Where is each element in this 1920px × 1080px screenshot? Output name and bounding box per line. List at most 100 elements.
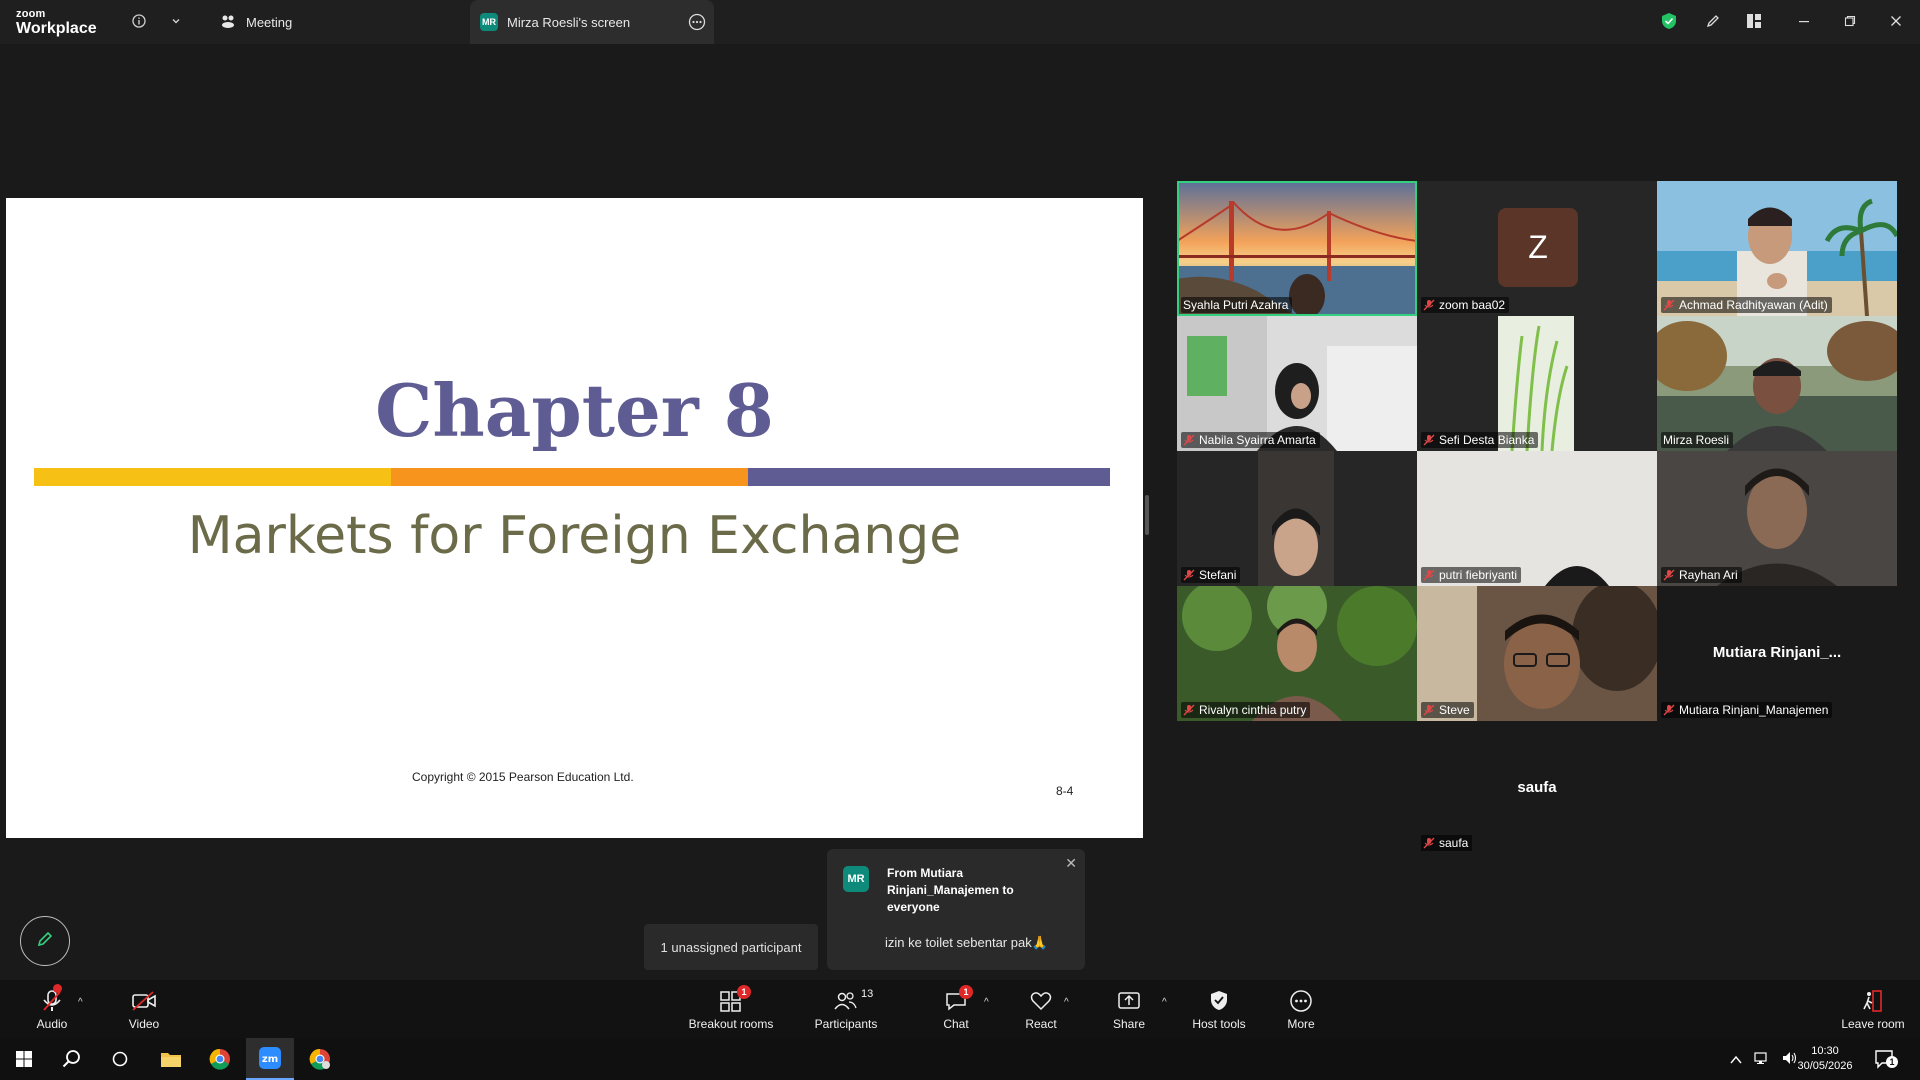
slide-bar-orange xyxy=(391,468,748,486)
participant-tile-mirza[interactable]: Mirza Roesli xyxy=(1657,316,1897,451)
participant-tile-steve[interactable]: Steve xyxy=(1417,586,1657,721)
participant-tile-achmad[interactable]: Achmad Radhityawan (Adit) xyxy=(1657,181,1897,316)
chevron-down-icon[interactable] xyxy=(165,10,187,32)
security-shield-icon[interactable] xyxy=(1658,10,1680,32)
share-options-caret[interactable]: ^ xyxy=(1162,997,1167,1008)
react-options-caret[interactable]: ^ xyxy=(1064,997,1069,1008)
participant-center-name: Mutiara Rinjani_... xyxy=(1712,644,1842,661)
audio-button[interactable]: Audio xyxy=(30,980,74,1038)
task-view-icon[interactable] xyxy=(96,1038,144,1080)
participant-name-label: Mutiara Rinjani_Manajemen xyxy=(1661,702,1833,718)
pencil-icon xyxy=(35,929,55,954)
participant-name-label: Stefani xyxy=(1181,567,1241,583)
slide-copyright: Copyright © 2015 Pearson Education Ltd. xyxy=(412,770,634,784)
participant-tile-rivalyn[interactable]: Rivalyn cinthia putry xyxy=(1177,586,1417,721)
avatar: Z xyxy=(1498,208,1578,287)
audio-options-caret[interactable]: ^ xyxy=(78,997,83,1008)
leave-room-label: Leave room xyxy=(1841,1016,1905,1031)
tab-meeting[interactable]: Meeting xyxy=(212,0,462,44)
participant-tile-stefani[interactable]: Stefani xyxy=(1177,451,1417,586)
mic-muted-icon xyxy=(1423,299,1435,311)
react-button[interactable]: React xyxy=(1020,980,1062,1038)
participant-tile-nabila[interactable]: Nabila Syairra Amarta xyxy=(1177,316,1417,451)
participant-tile-syahla[interactable]: Syahla Putri Azahra xyxy=(1177,181,1417,316)
participants-button[interactable]: 13 Participants xyxy=(810,980,882,1038)
notification-count: 1 xyxy=(1886,1056,1898,1068)
mic-muted-icon xyxy=(1663,569,1675,581)
participant-tile-sefi[interactable]: Sefi Desta Bianka xyxy=(1417,316,1657,451)
brand-line2: Workplace xyxy=(16,20,97,37)
share-label: Share xyxy=(1112,1016,1146,1031)
more-label: More xyxy=(1287,1016,1315,1031)
chevron-up-icon[interactable] xyxy=(1730,1052,1742,1070)
chrome-profile-icon[interactable] xyxy=(296,1038,344,1080)
participant-name-label: Rivalyn cinthia putry xyxy=(1181,702,1311,718)
share-button[interactable]: Share xyxy=(1108,980,1150,1038)
audio-label: Audio xyxy=(36,1016,68,1031)
mic-muted-icon xyxy=(41,983,63,1014)
slide-page-number: 8-4 xyxy=(1056,784,1074,798)
mic-muted-icon xyxy=(1423,837,1435,849)
camera-video xyxy=(1657,451,1897,586)
tab-shared-screen[interactable]: MR Mirza Roesli's screen xyxy=(470,0,714,44)
camera-video xyxy=(1417,316,1657,451)
more-button[interactable]: More xyxy=(1280,980,1322,1038)
file-explorer-icon[interactable] xyxy=(147,1038,195,1080)
chat-label: Chat xyxy=(943,1016,969,1031)
leave-room-button[interactable]: Leave room xyxy=(1840,980,1906,1038)
beach-background xyxy=(1657,181,1897,316)
host-tools-button[interactable]: Host tools xyxy=(1188,980,1250,1038)
chrome-icon[interactable] xyxy=(196,1038,244,1080)
video-button[interactable]: Video xyxy=(122,980,166,1038)
chat-sender-avatar: MR xyxy=(843,866,869,892)
breakout-rooms-button[interactable]: 1 Breakout rooms xyxy=(686,980,776,1038)
close-icon[interactable]: ✕ xyxy=(1065,855,1077,872)
restore-icon[interactable] xyxy=(1839,10,1861,32)
panel-resize-handle[interactable] xyxy=(1145,495,1149,535)
camera-video xyxy=(1177,316,1417,451)
more-icon xyxy=(1289,988,1313,1014)
slide-bar-yellow xyxy=(34,468,391,486)
park-background xyxy=(1657,316,1897,451)
chat-notification[interactable]: MR From Mutiara Rinjani_Manajemen to eve… xyxy=(827,849,1085,970)
breakout-rooms-icon: 1 xyxy=(719,984,751,1014)
participant-name-label: Achmad Radhityawan (Adit) xyxy=(1661,297,1832,313)
slide-title: Chapter 8 xyxy=(375,368,774,453)
video-off-icon xyxy=(131,988,157,1014)
chat-options-caret[interactable]: ^ xyxy=(984,997,989,1008)
camera-video xyxy=(1177,451,1417,586)
annotate-button[interactable] xyxy=(20,916,70,966)
share-screen-icon xyxy=(1117,988,1141,1014)
zoom-taskbar-icon[interactable]: zm xyxy=(246,1038,294,1080)
participant-tile-mutiara[interactable]: Mutiara Rinjani_... Mutiara Rinjani_Mana… xyxy=(1657,586,1897,721)
participant-tile-putri[interactable]: putri fiebriyanti xyxy=(1417,451,1657,586)
shield-icon xyxy=(1209,988,1229,1014)
windows-start-icon[interactable] xyxy=(0,1038,48,1080)
chat-button[interactable]: 1 Chat xyxy=(935,980,977,1038)
shared-slide: Chapter 8 Markets for Foreign Exchange C… xyxy=(6,198,1143,838)
minimize-icon[interactable] xyxy=(1793,10,1815,32)
meeting-toolbar: Audio ^ Video 1 Breakout rooms 13 Partic… xyxy=(0,980,1920,1038)
participant-tile-zoom-baa02[interactable]: Z zoom baa02 xyxy=(1417,181,1657,316)
unassigned-participant-tooltip[interactable]: 1 unassigned participant xyxy=(644,924,818,970)
tab-meeting-label: Meeting xyxy=(246,14,293,30)
layout-view-icon[interactable] xyxy=(1743,10,1765,32)
search-icon[interactable] xyxy=(48,1038,96,1080)
clock-date: 30/05/2026 xyxy=(1797,1060,1853,1072)
participant-name-label: Rayhan Ari xyxy=(1661,567,1742,583)
mic-muted-icon xyxy=(1423,704,1435,716)
slide-subtitle: Markets for Foreign Exchange xyxy=(187,506,962,566)
annotate-pen-icon[interactable] xyxy=(1702,10,1724,32)
more-options-icon[interactable] xyxy=(688,13,706,34)
clock[interactable]: 10:30 30/05/2026 xyxy=(1790,1044,1860,1074)
close-icon[interactable] xyxy=(1885,10,1907,32)
notification-center-icon[interactable]: 1 xyxy=(1874,1048,1898,1075)
mic-muted-icon xyxy=(1183,569,1195,581)
heart-icon xyxy=(1029,988,1053,1014)
leave-door-icon xyxy=(1861,988,1885,1014)
info-icon[interactable] xyxy=(128,10,150,32)
tab-shared-screen-label: Mirza Roesli's screen xyxy=(507,14,631,30)
mic-muted-icon xyxy=(1663,299,1675,311)
network-icon[interactable] xyxy=(1754,1051,1770,1070)
participant-tile-rayhan[interactable]: Rayhan Ari xyxy=(1657,451,1897,586)
